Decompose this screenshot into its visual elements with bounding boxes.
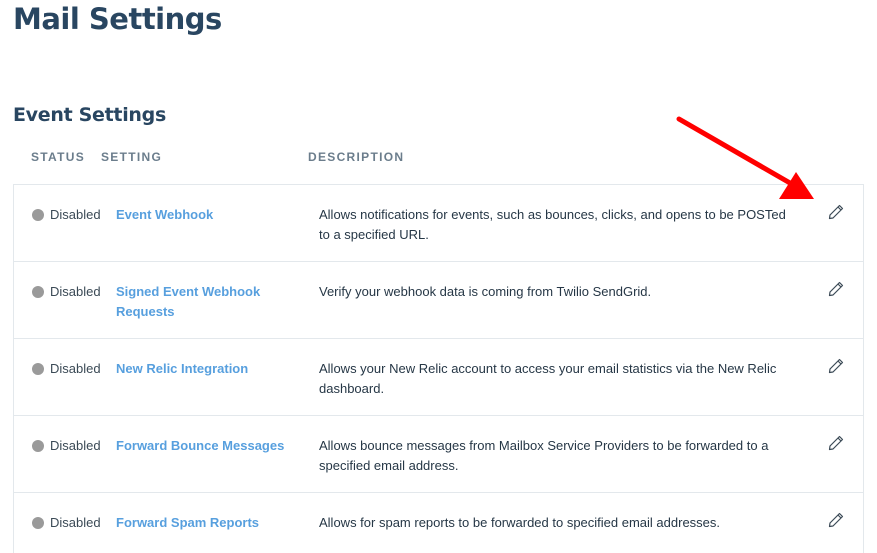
status-dot-icon [32, 208, 44, 221]
status-label: Disabled [50, 207, 101, 222]
table-row: Disabled Forward Spam Reports Allows for… [14, 493, 863, 553]
arrow-shaft [676, 116, 793, 186]
setting-link-signed-event-webhook[interactable]: Signed Event Webhook Requests [116, 282, 276, 322]
setting-description: Allows for spam reports to be forwarded … [319, 515, 721, 530]
setting-link-event-webhook[interactable]: Event Webhook [116, 205, 296, 225]
setting-link-forward-spam[interactable]: Forward Spam Reports [116, 513, 296, 533]
column-header-status: STATUS [31, 150, 86, 164]
column-header-setting: SETTING [101, 150, 163, 164]
status-label: Disabled [50, 361, 101, 376]
section-title: Event Settings [13, 104, 166, 126]
table-row: Disabled Signed Event Webhook Requests V… [14, 262, 863, 339]
setting-link-forward-bounce[interactable]: Forward Bounce Messages [116, 436, 296, 456]
status-cell: Disabled [32, 515, 101, 530]
setting-description: Allows your New Relic account to access … [319, 361, 777, 396]
setting-description: Allows notifications for events, such as… [319, 207, 786, 242]
status-cell: Disabled [32, 284, 101, 299]
settings-table: Disabled Event Webhook Allows notificati… [13, 184, 864, 553]
status-label: Disabled [50, 515, 101, 530]
pencil-icon[interactable] [827, 357, 845, 375]
pencil-icon[interactable] [827, 280, 845, 298]
status-cell: Disabled [32, 207, 101, 222]
status-dot-icon [32, 439, 44, 452]
status-dot-icon [32, 362, 44, 375]
setting-link-new-relic[interactable]: New Relic Integration [116, 359, 296, 379]
pencil-icon[interactable] [827, 434, 845, 452]
status-dot-icon [32, 516, 44, 529]
table-row: Disabled Forward Bounce Messages Allows … [14, 416, 863, 493]
setting-description: Verify your webhook data is coming from … [319, 284, 652, 299]
status-dot-icon [32, 285, 44, 298]
table-row: Disabled New Relic Integration Allows yo… [14, 339, 863, 416]
pencil-icon[interactable] [827, 203, 845, 221]
status-label: Disabled [50, 284, 101, 299]
status-cell: Disabled [32, 361, 101, 376]
table-row: Disabled Event Webhook Allows notificati… [14, 185, 863, 262]
pencil-icon[interactable] [827, 511, 845, 529]
page-title: Mail Settings [13, 2, 222, 36]
column-header-description: DESCRIPTION [308, 150, 405, 164]
setting-description: Allows bounce messages from Mailbox Serv… [319, 438, 769, 473]
status-label: Disabled [50, 438, 101, 453]
status-cell: Disabled [32, 438, 101, 453]
